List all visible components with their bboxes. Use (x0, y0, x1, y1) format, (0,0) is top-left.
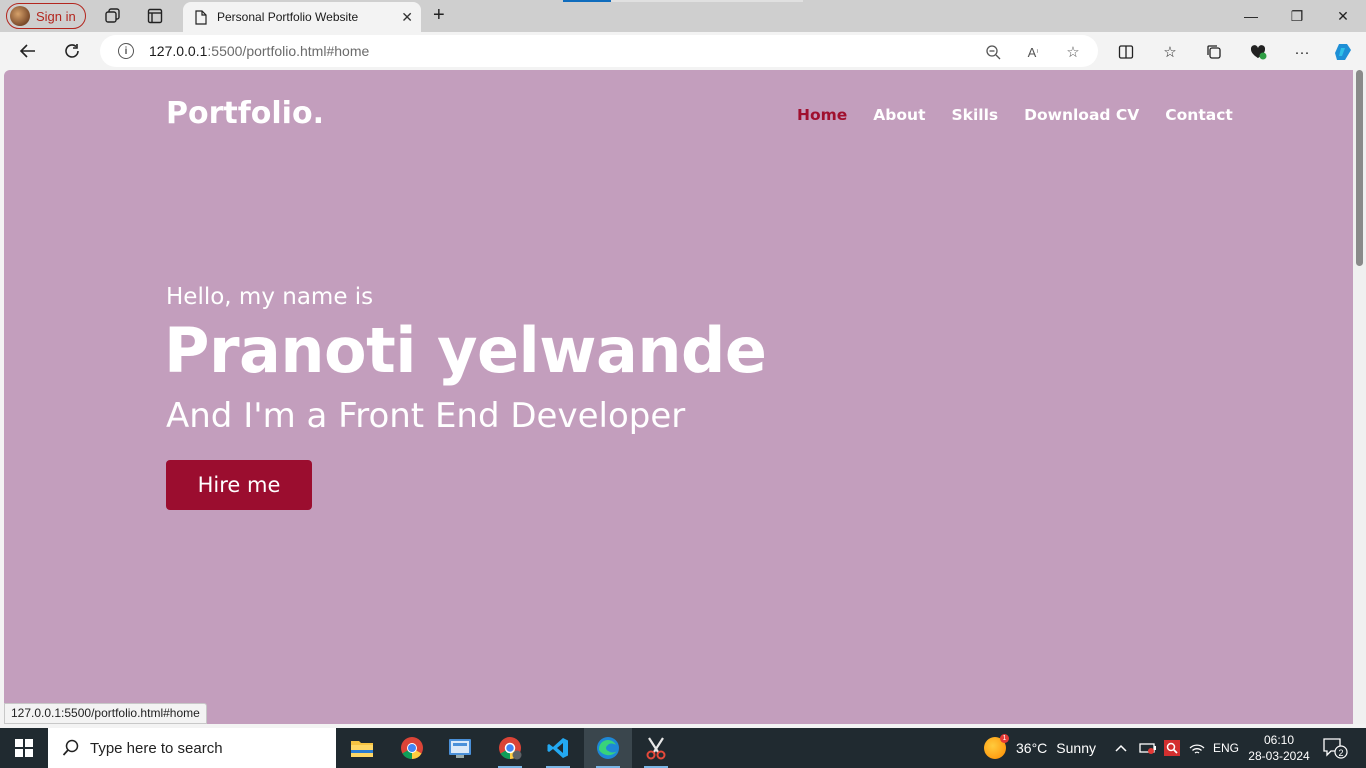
back-icon[interactable] (17, 40, 39, 62)
split-screen-icon[interactable] (1116, 42, 1136, 62)
weather-temperature: 36°C (1016, 740, 1048, 756)
zoom-out-icon[interactable] (984, 43, 1002, 61)
weather-badge: 1 (1000, 734, 1009, 743)
link-status-tooltip: 127.0.0.1:5500/portfolio.html#home (4, 703, 207, 724)
weather-description: Sunny (1056, 740, 1096, 756)
language-indicator[interactable]: ENG (1213, 728, 1239, 768)
tab-title: Personal Portfolio Website (217, 10, 359, 24)
search-placeholder: Type here to search (90, 739, 223, 757)
battery-status-icon[interactable] (1139, 728, 1157, 768)
main-nav: Home About Skills Download CV Contact (797, 106, 1259, 124)
nav-download-cv[interactable]: Download CV (1024, 106, 1139, 124)
windows-start-icon[interactable] (0, 728, 48, 768)
chrome-profile-icon[interactable] (486, 728, 534, 768)
close-window-icon[interactable]: ✕ (1320, 0, 1366, 32)
show-hidden-icons-icon[interactable] (1114, 728, 1128, 768)
taskbar-search-box[interactable]: Type here to search (48, 728, 336, 768)
scrollbar-thumb[interactable] (1356, 70, 1363, 266)
read-aloud-icon[interactable]: A ⁾ (1024, 43, 1042, 61)
clock-date: 28-03-2024 (1248, 749, 1310, 763)
url-text[interactable]: 127.0.0.1:5500/portfolio.html#home (149, 43, 369, 59)
control-panel-icon[interactable] (436, 728, 484, 768)
site-logo[interactable]: Portfolio. (166, 96, 324, 131)
nav-home[interactable]: Home (797, 106, 847, 124)
new-tab-button[interactable]: + (433, 5, 445, 25)
profile-signin-button[interactable]: Sign in (6, 3, 86, 29)
sunny-weather-icon: 1 (984, 734, 1009, 759)
windows-taskbar: Type here to search 1 36°C Sunny ENG 06:… (0, 728, 1366, 768)
address-bar[interactable]: i 127.0.0.1:5500/portfolio.html#home A ⁾ … (100, 35, 1098, 67)
copilot-icon[interactable] (1333, 42, 1353, 62)
more-menu-icon[interactable]: ··· (1292, 42, 1312, 62)
notification-count: 2 (1338, 748, 1343, 758)
refresh-icon[interactable] (61, 40, 83, 62)
hero-role: And I'm a Front End Developer (166, 396, 686, 436)
browser-toolbar: i 127.0.0.1:5500/portfolio.html#home A ⁾ … (0, 32, 1366, 70)
browser-title-bar: Sign in Personal Portfolio Website ✕ + —… (0, 0, 1366, 32)
favorite-star-icon[interactable]: ☆ (1064, 43, 1082, 61)
restore-icon[interactable]: ❐ (1274, 0, 1320, 32)
hero-name: Pranoti yelwande (164, 314, 767, 387)
hire-me-button[interactable]: Hire me (166, 460, 312, 510)
page-scrollbar[interactable] (1353, 70, 1366, 724)
close-tab-icon[interactable]: ✕ (401, 9, 413, 26)
weather-widget[interactable]: 1 36°C Sunny (984, 728, 1096, 768)
page-icon (195, 9, 207, 25)
avatar (10, 6, 30, 26)
snipping-tool-icon[interactable] (632, 728, 680, 768)
search-icon (62, 739, 79, 756)
signin-label: Sign in (36, 8, 76, 24)
file-explorer-icon[interactable] (338, 728, 386, 768)
tab-personal-portfolio[interactable]: Personal Portfolio Website ✕ (183, 2, 421, 32)
hero-greeting: Hello, my name is (166, 284, 374, 310)
nav-contact[interactable]: Contact (1165, 106, 1233, 124)
collections-icon[interactable] (1204, 42, 1224, 62)
wifi-icon[interactable] (1188, 728, 1206, 768)
loading-indicator (563, 0, 803, 2)
notifications-icon[interactable]: 2 (1322, 736, 1348, 760)
antivirus-icon[interactable] (1164, 728, 1180, 768)
nav-about[interactable]: About (873, 106, 925, 124)
minimize-icon[interactable]: — (1228, 0, 1274, 32)
vscode-icon[interactable] (534, 728, 582, 768)
tab-actions-icon[interactable] (145, 6, 165, 26)
site-info-icon[interactable]: i (118, 43, 134, 59)
chrome-icon[interactable] (388, 728, 436, 768)
browser-essentials-icon[interactable] (1248, 42, 1268, 62)
clock-time: 06:10 (1263, 733, 1295, 747)
nav-skills[interactable]: Skills (951, 106, 998, 124)
page-viewport: Portfolio. Home About Skills Download CV… (4, 70, 1353, 724)
edge-icon[interactable] (584, 728, 632, 768)
favorites-icon[interactable]: ☆ (1160, 42, 1180, 62)
system-clock[interactable]: 06:10 28-03-2024 (1244, 732, 1314, 764)
workspaces-icon[interactable] (103, 6, 123, 26)
